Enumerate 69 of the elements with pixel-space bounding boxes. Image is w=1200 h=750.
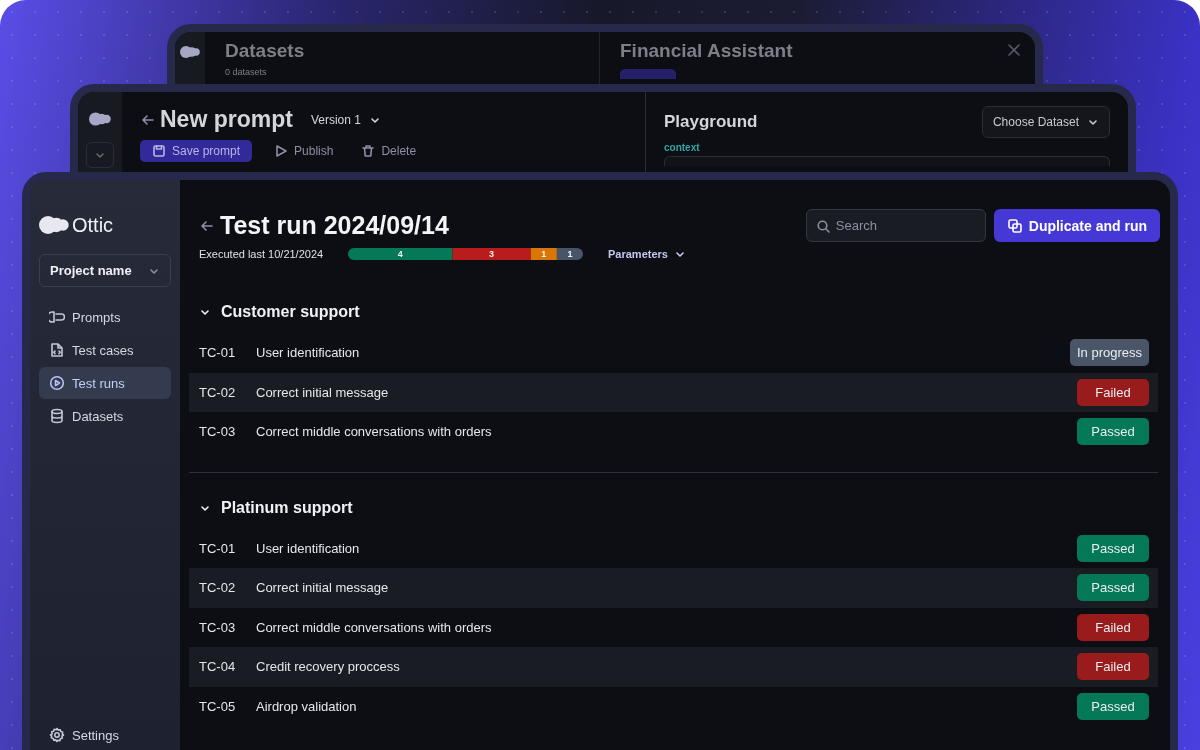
copy-icon: [1006, 217, 1023, 234]
nav-item[interactable]: Test cases: [39, 334, 171, 366]
test-name: User identification: [256, 345, 361, 361]
page-title: Datasets: [225, 40, 305, 62]
tab-button[interactable]: [620, 69, 676, 79]
parameters-dropdown[interactable]: Parameters: [608, 248, 686, 260]
test-id: TC-01: [199, 540, 237, 556]
play-icon: [274, 144, 289, 158]
group-header[interactable]: Customer support: [189, 303, 360, 321]
test-id: TC-05: [199, 698, 237, 714]
data-label: 1: [541, 249, 547, 259]
data-label: 1: [567, 249, 573, 259]
status-badge: Failed: [1077, 653, 1149, 681]
action-button[interactable]: Delete: [355, 140, 423, 162]
test-name: Correct initial message: [256, 384, 390, 400]
group-header[interactable]: Platinum support: [189, 498, 353, 517]
status-badge: Passed: [1077, 574, 1149, 602]
version-dropdown[interactable]: Version 1: [310, 112, 381, 127]
field-label: context: [664, 142, 701, 153]
search-icon: [815, 219, 830, 233]
test-name: Correct middle conversations with orders: [256, 619, 493, 635]
test-id: TC-02: [199, 580, 237, 596]
test-name: User identification: [256, 540, 361, 556]
test-id: TC-03: [199, 619, 237, 635]
prompt-icon: [49, 309, 65, 325]
settings-icon: [49, 727, 65, 743]
close-icon: [1007, 43, 1021, 57]
save-icon: [152, 144, 166, 158]
action-button[interactable]: Publish: [268, 140, 340, 162]
dataset-dropdown[interactable]: Choose Dataset: [981, 106, 1110, 138]
page-title: Test run 2024/09/14: [220, 211, 449, 240]
nav-item[interactable]: Prompts: [39, 301, 171, 333]
database-icon: [49, 408, 65, 424]
panel-title: Playground: [664, 112, 758, 132]
search-field[interactable]: Search: [805, 209, 986, 242]
page-title: New prompt: [160, 106, 293, 133]
status-badge: Passed: [1077, 534, 1149, 562]
execution-date: Executed last 10/21/2024: [199, 248, 325, 260]
test-name: Correct initial message: [256, 580, 390, 596]
project-dropdown[interactable]: Project name: [39, 254, 171, 287]
collapse-button[interactable]: [86, 142, 114, 168]
status-badge: Failed: [1077, 378, 1149, 406]
table-row[interactable]: TC-02 Correct initial message Failed: [189, 372, 1158, 412]
data-label: 4: [397, 249, 403, 259]
trash-icon: [361, 144, 376, 158]
table-row[interactable]: TC-04 Credit recovery proccess Failed: [189, 647, 1158, 687]
play-circle-icon: [49, 375, 65, 391]
duplicate-run-button[interactable]: Duplicate and run: [993, 209, 1160, 242]
nav-item[interactable]: Datasets: [39, 400, 171, 432]
table-row[interactable]: TC-02 Correct initial message Passed: [189, 568, 1158, 608]
test-id: TC-02: [199, 384, 237, 400]
test-id: TC-03: [199, 424, 237, 440]
nav-item[interactable]: Test runs: [39, 367, 171, 399]
test-name: Airdrop validation: [256, 698, 358, 714]
page-title: Financial Assistant: [620, 40, 793, 62]
test-id: TC-01: [199, 345, 237, 361]
status-badge: In progress: [1069, 339, 1149, 367]
dataset-count: 0 datasets: [225, 67, 268, 77]
action-button[interactable]: Save prompt: [140, 140, 253, 162]
status-badge: Passed: [1077, 692, 1149, 720]
test-name: Correct middle conversations with orders: [256, 424, 493, 440]
code-file-icon: [49, 342, 65, 358]
test-id: TC-04: [199, 659, 237, 675]
status-badge: Passed: [1077, 418, 1149, 446]
data-label: 3: [489, 249, 495, 259]
status-badge: Failed: [1077, 613, 1149, 641]
logo-text: Ottic: [72, 213, 114, 237]
settings-item[interactable]: Settings: [39, 723, 171, 747]
test-name: Credit recovery proccess: [256, 659, 401, 675]
